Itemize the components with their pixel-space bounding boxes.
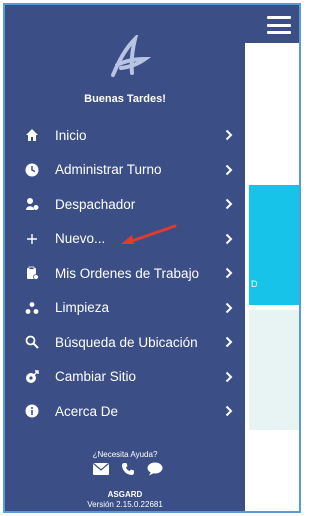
menu-item-administrar-turno[interactable]: Administrar Turno	[5, 153, 245, 188]
dispatcher-icon	[25, 197, 39, 211]
menu-item-label: Limpieza	[55, 300, 110, 316]
asgard-logo-icon	[111, 35, 151, 77]
menu-item-mis-ordenes[interactable]: Mis Ordenes de Trabajo	[5, 256, 245, 291]
menu-item-label: Despachador	[55, 196, 136, 212]
envelope-icon[interactable]	[93, 463, 109, 475]
menu-item-despachador[interactable]: Despachador	[5, 187, 245, 222]
app-frame: D Buenas Tardes! Inicio Administrar Turn…	[3, 3, 301, 513]
menu-item-label: Búsqueda de Ubicación	[55, 334, 198, 350]
greeting-text: Buenas Tardes!	[84, 93, 166, 105]
cleaning-icon	[25, 301, 39, 315]
chevron-right-icon	[225, 405, 233, 417]
chevron-right-icon	[225, 129, 233, 141]
menu-item-cambiar-sitio[interactable]: Cambiar Sitio	[5, 360, 245, 395]
chevron-right-icon	[225, 302, 233, 313]
phone-icon[interactable]	[121, 462, 135, 476]
clock-icon	[25, 163, 39, 177]
menu-item-acerca-de[interactable]: Acerca De	[5, 394, 245, 429]
app-name: ASGARD	[107, 490, 143, 499]
menu-item-limpieza[interactable]: Limpieza	[5, 291, 245, 326]
annotation-arrow-icon	[121, 224, 177, 244]
menu-item-busqueda-ubicacion[interactable]: Búsqueda de Ubicación	[5, 325, 245, 360]
content-card-pale[interactable]	[249, 310, 299, 430]
menu-item-label: Mis Ordenes de Trabajo	[55, 265, 200, 281]
menu-item-label: Inicio	[55, 127, 87, 143]
chevron-right-icon	[225, 164, 233, 175]
clipboard-icon	[25, 266, 39, 281]
menu-item-label: Cambiar Sitio	[55, 369, 137, 385]
content-card-text: D	[251, 279, 258, 289]
chevron-right-icon	[225, 371, 233, 382]
app-version: Versión 2.15.0.22681	[87, 500, 163, 509]
chevron-right-icon	[225, 267, 233, 279]
menu-item-label: Nuevo...	[55, 231, 106, 247]
chat-icon[interactable]	[147, 462, 163, 476]
search-icon	[25, 335, 39, 349]
chevron-right-icon	[225, 198, 233, 210]
home-icon	[25, 128, 39, 142]
menu-item-label: Administrar Turno	[55, 162, 162, 178]
chevron-right-icon	[225, 233, 233, 244]
help-label: ¿Necesita Ayuda?	[92, 450, 158, 459]
menu-item-inicio[interactable]: Inicio	[5, 118, 245, 153]
change-site-icon	[25, 370, 39, 384]
plus-icon	[25, 232, 39, 246]
menu-item-label: Acerca De	[55, 403, 119, 419]
help-icons	[93, 461, 163, 477]
chevron-right-icon	[225, 336, 233, 348]
drawer-menu: Inicio Administrar Turno Despachador Nue…	[5, 118, 245, 429]
navigation-drawer: Buenas Tardes! Inicio Administrar Turno	[5, 5, 245, 511]
hamburger-menu-icon[interactable]	[261, 11, 297, 39]
info-icon	[25, 404, 39, 418]
